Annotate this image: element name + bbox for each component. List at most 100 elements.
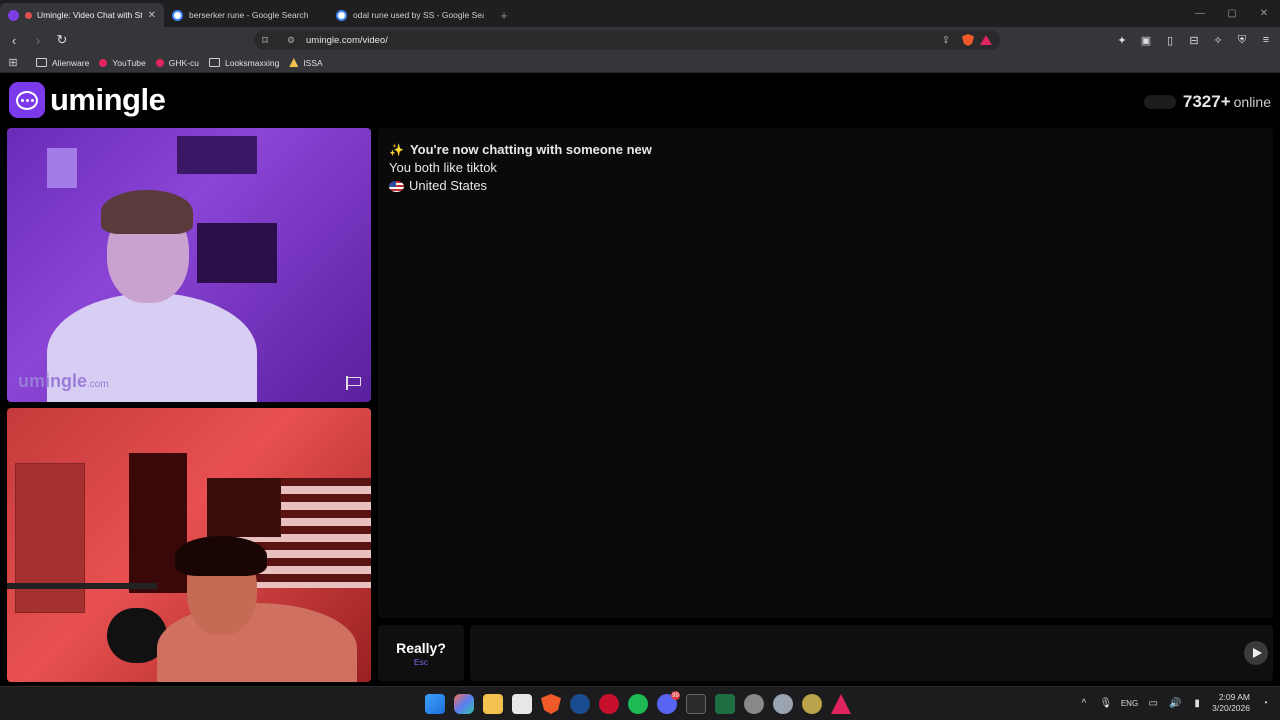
system-tray: ^ 🎙 ENG ▭ 🔊 ▮ 2:09 AM 3/20/2026 ◔ — [1077, 692, 1272, 714]
tab-title: odal rune used by SS - Google Search — [353, 10, 484, 20]
window-controls: — ▢ ✕ — [1184, 0, 1280, 27]
wall-poster — [47, 148, 77, 188]
copilot-icon[interactable] — [454, 694, 474, 714]
online-count: 7327+ — [1182, 92, 1231, 111]
youtube-icon — [99, 58, 108, 67]
wallet-icon[interactable]: ▣ — [1138, 31, 1154, 49]
language-indicator[interactable]: ENG — [1121, 699, 1138, 708]
notifications-icon[interactable]: ◔ — [1258, 698, 1272, 709]
clock-time: 2:09 AM — [1218, 692, 1250, 702]
mic-arm — [7, 583, 157, 589]
skip-label: Really? — [396, 639, 446, 656]
microphone-icon[interactable]: 🎙 — [1099, 698, 1113, 709]
message-text: United States — [409, 178, 488, 193]
bookmark-label: Alienware — [52, 57, 90, 68]
app-icon[interactable] — [744, 694, 764, 714]
skip-shortcut: Esc — [413, 656, 429, 667]
message-text: You both like tiktok — [389, 160, 497, 175]
share-icon[interactable]: ⇪ — [936, 35, 956, 46]
online-counter: 7327+ online — [1143, 92, 1271, 112]
address-bar[interactable]: ⌑ ⚙ umingle.com/video/ ⇪ — [254, 30, 1000, 50]
tab-search-icon[interactable]: ⊟ — [1186, 31, 1202, 49]
umingle-page: umingle 7327+ online umingle.com ✨ You'r… — [0, 74, 1280, 686]
vpn-icon[interactable]: ⛨ — [1234, 31, 1250, 49]
discord-icon[interactable]: 99 — [657, 691, 680, 714]
minimize-icon[interactable]: — — [1184, 0, 1216, 27]
brave-browser-icon[interactable] — [541, 694, 561, 714]
notification-badge: 99 — [671, 691, 680, 700]
send-icon[interactable] — [1244, 641, 1268, 665]
report-flag-icon[interactable] — [346, 376, 362, 390]
clock[interactable]: 2:09 AM 3/20/2026 — [1212, 692, 1250, 714]
tab-berserker-rune[interactable]: berserker rune - Google Search — [164, 3, 328, 27]
excel-icon[interactable] — [715, 694, 735, 714]
settings-icon[interactable] — [773, 694, 793, 714]
steam-icon[interactable] — [570, 694, 590, 714]
bookmark-youtube[interactable]: YouTube — [99, 58, 146, 68]
sidebar-icon[interactable]: ▯ — [1162, 31, 1178, 49]
site-logo[interactable]: umingle — [9, 82, 166, 118]
url-text[interactable]: umingle.com/video/ — [306, 35, 936, 46]
self-body — [157, 603, 357, 682]
menu-icon[interactable]: ≡ — [1258, 31, 1274, 49]
online-label: online — [1233, 94, 1271, 110]
message-input[interactable] — [470, 625, 1230, 681]
bookmark-alienware[interactable]: Alienware — [36, 58, 89, 68]
chat-system-message: United States — [389, 177, 1262, 195]
taskbar-apps: 99 — [425, 691, 851, 714]
stranger-hair — [101, 190, 193, 234]
chat-panel: ✨ You're now chatting with someone new Y… — [378, 128, 1273, 618]
forward-icon[interactable]: › — [28, 30, 48, 50]
tab-umingle[interactable]: Umingle: Video Chat with Str ✕ — [0, 3, 164, 27]
online-indicator — [1143, 95, 1176, 109]
new-tab-button[interactable]: + — [492, 3, 516, 27]
epic-games-icon[interactable] — [686, 694, 706, 714]
stranger-video: umingle.com — [7, 128, 371, 402]
tab-odal-rune[interactable]: odal rune used by SS - Google Search — [328, 3, 492, 27]
battery-icon[interactable]: ▮ — [1190, 698, 1204, 709]
network-icon[interactable]: ▭ — [1146, 698, 1160, 709]
bookmark-label: ISSA — [303, 57, 323, 68]
issa-icon — [289, 58, 299, 67]
recording-icon — [25, 11, 32, 19]
chevron-up-icon[interactable]: ^ — [1077, 698, 1091, 709]
sparkle-icon: ✨ — [389, 143, 404, 157]
bookmark-icon[interactable]: ⌑ — [254, 34, 276, 47]
google-icon — [336, 9, 347, 21]
bookmark-ghk-cu[interactable]: GHK-cu — [155, 57, 199, 68]
game-icon[interactable] — [802, 694, 822, 714]
app-red-icon[interactable] — [599, 694, 619, 714]
site-info-icon[interactable]: ⚙ — [284, 35, 298, 46]
youtube-icon — [155, 58, 164, 67]
bookmark-label: GHK-cu — [168, 57, 199, 68]
back-icon[interactable]: ‹ — [4, 30, 24, 50]
spotify-icon[interactable] — [628, 694, 648, 714]
brave-rewards-icon[interactable] — [980, 35, 992, 45]
close-window-icon[interactable]: ✕ — [1248, 0, 1280, 27]
reload-icon[interactable]: ↻ — [52, 30, 72, 50]
self-video — [7, 408, 371, 682]
extensions-icon[interactable]: ✦ — [1114, 31, 1130, 49]
umingle-icon — [8, 9, 19, 21]
taskbar: 99 ^ 🎙 ENG ▭ 🔊 ▮ 2:09 AM 3/20/2026 ◔ — [0, 686, 1280, 720]
app-triangle-icon[interactable] — [831, 694, 851, 714]
bookmark-looksmaxxing[interactable]: Looksmaxxing — [208, 58, 279, 68]
leo-ai-icon[interactable]: ✧ — [1210, 31, 1226, 49]
close-tab-icon[interactable]: ✕ — [148, 10, 156, 21]
wall-poster — [177, 136, 257, 174]
tab-strip: Umingle: Video Chat with Str ✕ berserker… — [0, 0, 1280, 27]
volume-icon[interactable]: 🔊 — [1168, 698, 1182, 709]
store-icon[interactable] — [512, 694, 532, 714]
maximize-icon[interactable]: ▢ — [1216, 0, 1248, 27]
windows-start-icon[interactable] — [425, 694, 445, 714]
file-explorer-icon[interactable] — [483, 694, 503, 714]
apps-grid-icon[interactable]: ⊞ — [0, 56, 26, 69]
navigation-bar: ‹ › ↻ ⌑ ⚙ umingle.com/video/ ⇪ ✦ ▣ ▯ ⊟ ✧… — [0, 27, 1280, 53]
brave-shields-icon[interactable] — [962, 34, 974, 46]
skip-button[interactable]: Really? Esc — [378, 625, 464, 681]
curtain — [129, 453, 187, 593]
toolbar-icons: ✦ ▣ ▯ ⊟ ✧ ⛨ ≡ — [1114, 31, 1274, 49]
bookmark-issa[interactable]: ISSA — [289, 57, 323, 68]
logo-text: umingle — [50, 82, 166, 117]
folder-icon — [36, 58, 47, 67]
